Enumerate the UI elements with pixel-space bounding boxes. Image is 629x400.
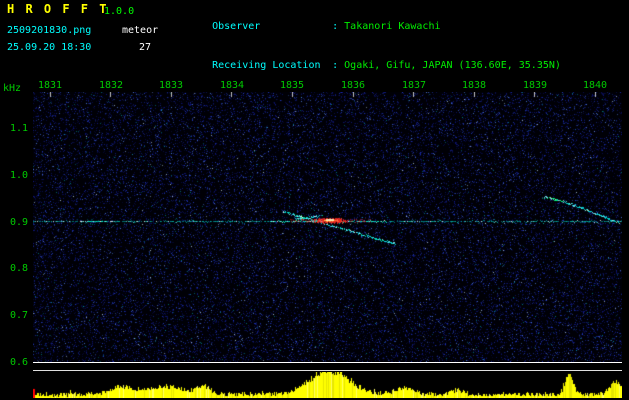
info-label: Receiving Location [212, 60, 321, 71]
x-axis-tick-label: 1836 [340, 80, 366, 91]
info-row-observer: Observer: Takanori Kawachi [176, 7, 561, 46]
x-axis-tick-label: 1834 [219, 80, 245, 91]
x-axis-tick-label: 1835 [279, 80, 305, 91]
observation-mode-label: meteor [122, 25, 159, 36]
x-axis-tick-label: 1838 [461, 80, 487, 91]
x-axis-tick-label: 1833 [158, 80, 184, 91]
y-axis-tick-label: 1.0 [9, 170, 28, 181]
echo-count: 27 [139, 42, 152, 53]
info-value: Ogaki, Gifu, JAPAN (136.60E, 35.35N) [344, 60, 561, 71]
y-axis-tick-label: 0.7 [9, 310, 28, 321]
observation-datetime: 25.09.20 18:30 [7, 42, 92, 53]
hrofft-output-window: H R O F F T 1.0.0 2509201830.png meteor … [0, 0, 629, 400]
signal-level-canvas [33, 372, 622, 398]
y-axis-tick-label: 0.8 [9, 263, 28, 274]
y-axis-unit-label: kHz [3, 83, 22, 94]
spectrogram-canvas [33, 92, 622, 362]
info-value: Takanori Kawachi [344, 21, 441, 32]
output-filename: 2509201830.png [7, 25, 92, 36]
y-axis-tick-label: 0.9 [9, 217, 28, 228]
x-axis-tick-label: 1832 [98, 80, 124, 91]
x-axis-tick-label: 1839 [522, 80, 548, 91]
app-version: 1.0.0 [104, 6, 135, 17]
y-axis-tick-label: 1.1 [9, 123, 28, 134]
info-label: Observer [212, 21, 261, 32]
info-colon: : [332, 60, 339, 71]
level-graph-lower-line [33, 370, 622, 371]
level-graph-upper-line [33, 362, 622, 363]
app-title: H R O F F T [7, 2, 109, 16]
x-axis-tick-label: 1837 [401, 80, 427, 91]
info-colon: : [332, 21, 339, 32]
x-axis-tick-label: 1840 [582, 80, 608, 91]
x-axis-tick-label: 1831 [37, 80, 63, 91]
y-axis-tick-label: 0.6 [9, 357, 28, 368]
